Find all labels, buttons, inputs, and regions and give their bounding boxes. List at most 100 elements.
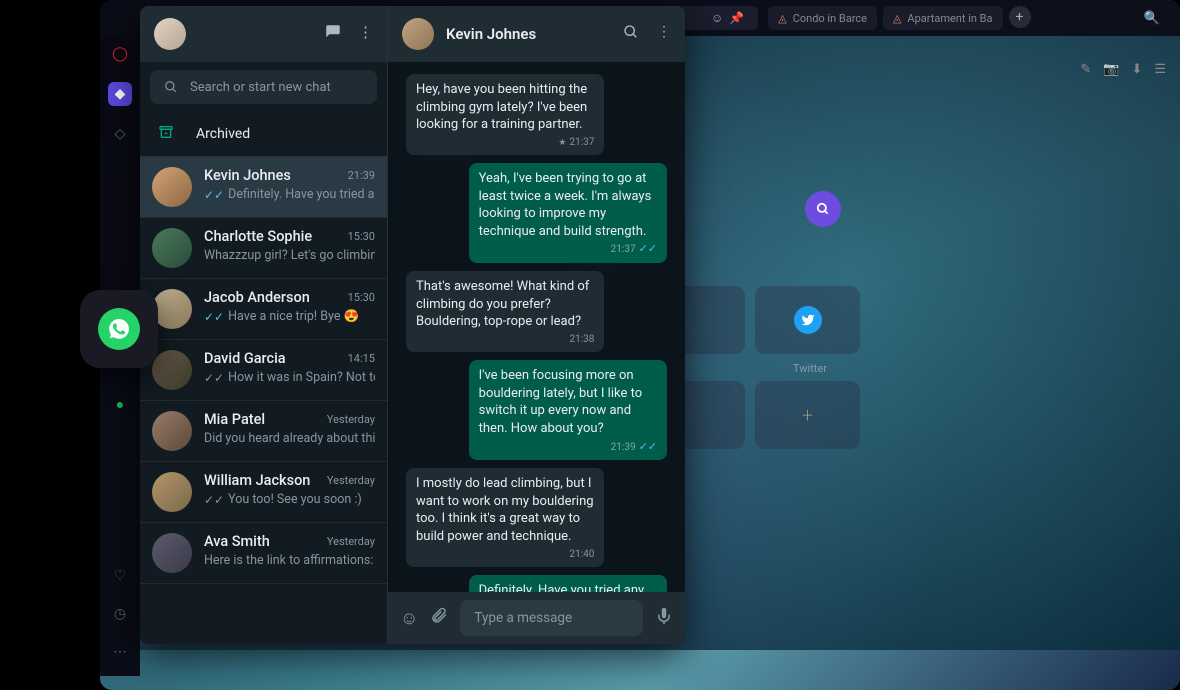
chat-preview: ✓✓You too! See you soon :) — [204, 492, 375, 507]
page-actions: ✎ 📷 ⬇ ☰ — [1080, 62, 1166, 77]
new-tab-button[interactable]: + — [1009, 6, 1031, 28]
message-time: 21:38 — [416, 333, 594, 347]
chat-list-item[interactable]: David Garcia 14:15 ✓✓How it was in Spain… — [140, 340, 387, 401]
chat-name: William Jackson — [204, 472, 310, 489]
chat-title[interactable]: Kevin Johnes — [446, 25, 536, 43]
chat-time: 21:39 — [348, 169, 375, 182]
rail-history-icon[interactable]: ◷ — [108, 602, 132, 626]
tab-row: ◬ Condo in Barce ◬ Apartament in Ba + — [768, 6, 1030, 30]
speed-dial-add[interactable]: + — [755, 381, 860, 449]
chat-time: 15:30 — [348, 291, 375, 304]
message-text: I mostly do lead climbing, but I want to… — [416, 476, 594, 544]
message-outgoing[interactable]: Yeah, I've been trying to go at least tw… — [469, 163, 667, 263]
chat-name: Mia Patel — [204, 411, 265, 428]
tab-item[interactable]: ◬ Condo in Barce — [768, 6, 877, 30]
camera-icon[interactable]: 📷 — [1103, 62, 1119, 77]
chat-preview: Did you heard already about this?... — [204, 431, 375, 446]
bookmark-icon[interactable]: ☰ — [1154, 62, 1166, 77]
chat-avatar — [152, 350, 192, 390]
attach-icon[interactable] — [430, 607, 448, 630]
search-icon — [164, 80, 178, 94]
whatsapp-logo-icon — [98, 308, 140, 350]
rail-tabs-icon[interactable]: ◆ — [108, 82, 132, 106]
star-icon: ★ — [558, 138, 566, 148]
chat-name: Kevin Johnes — [204, 167, 291, 184]
message-text: Yeah, I've been trying to go at least tw… — [479, 171, 652, 239]
message-time: 21:39✓✓ — [479, 440, 657, 455]
message-outgoing[interactable]: Definitely. Have you tried any specific … — [469, 575, 667, 592]
chat-list-item[interactable]: Charlotte Sophie 15:30 Whazzzup girl? Le… — [140, 218, 387, 279]
tab-label: Apartament in Ba — [907, 12, 992, 25]
rail-more-icon[interactable]: ⋯ — [108, 640, 132, 664]
mic-icon[interactable] — [655, 607, 673, 630]
message-incoming[interactable]: Hey, have you been hitting the climbing … — [406, 74, 604, 155]
chat-avatar — [152, 411, 192, 451]
pin-icon[interactable]: 📌 — [729, 11, 744, 25]
message-outgoing[interactable]: I've been focusing more on bouldering la… — [469, 360, 667, 460]
search-in-chat-icon[interactable] — [623, 24, 639, 44]
chat-name: Ava Smith — [204, 533, 270, 550]
speed-dial-twitter[interactable] — [755, 286, 860, 354]
chat-preview: ✓✓Definitely. Have you tried any... — [204, 187, 375, 202]
twitter-icon — [794, 306, 822, 334]
message-placeholder: Type a message — [474, 610, 572, 626]
tab-label: Condo in Barce — [793, 12, 867, 25]
emoji-icon[interactable]: ☺ — [711, 11, 723, 25]
chat-list-item[interactable]: Kevin Johnes 21:39 ✓✓Definitely. Have yo… — [140, 157, 387, 218]
message-incoming[interactable]: I mostly do lead climbing, but I want to… — [406, 468, 604, 567]
message-time: ★21:37 — [416, 136, 594, 150]
airbnb-icon: ◬ — [778, 12, 786, 25]
message-time: 21:37✓✓ — [479, 242, 657, 257]
chat-list-item[interactable]: William Jackson Yesterday ✓✓You too! See… — [140, 462, 387, 523]
chat-list-item[interactable]: Mia Patel Yesterday Did you heard alread… — [140, 401, 387, 462]
message-incoming[interactable]: That's awesome! What kind of climbing do… — [406, 271, 604, 352]
whatsapp-app-icon[interactable] — [80, 290, 158, 368]
search-icon[interactable]: 🔍 — [1144, 11, 1160, 26]
chat-preview: Whazzzup girl? Let's go climbing... — [204, 248, 375, 263]
archived-row[interactable]: Archived — [140, 112, 387, 157]
edit-icon[interactable]: ✎ — [1080, 62, 1091, 77]
whatsapp-sidebar: ⋮ Search or start new chat Archived Kevi… — [140, 6, 388, 644]
emoji-icon[interactable]: ☺ — [400, 608, 418, 629]
chat-pane: Kevin Johnes ⋮ Hey, have you been hittin… — [388, 6, 685, 644]
chat-time: Yesterday — [327, 413, 375, 426]
search-input[interactable]: Search or start new chat — [150, 70, 377, 104]
chat-avatar — [152, 472, 192, 512]
speed-search-button[interactable] — [805, 191, 841, 227]
rail-heart-icon[interactable]: ♡ — [108, 564, 132, 588]
chat-preview: ✓✓Have a nice trip! Bye 😍 — [204, 309, 375, 324]
speed-dial-label: Twitter — [793, 362, 827, 375]
tab-item[interactable]: ◬ Apartament in Ba — [883, 6, 1003, 30]
chat-preview: ✓✓How it was in Spain? Not too... — [204, 370, 375, 385]
opera-logo-icon[interactable]: ◯ — [108, 42, 132, 66]
message-input[interactable]: Type a message — [460, 600, 643, 636]
message-text: Definitely. Have you tried any specific … — [479, 583, 652, 592]
rail-pin-icon[interactable]: ◇ — [108, 122, 132, 146]
chat-list-item[interactable]: Ava Smith Yesterday Here is the link to … — [140, 523, 387, 584]
archived-label: Archived — [196, 126, 250, 142]
chat-time: Yesterday — [327, 535, 375, 548]
menu-icon[interactable]: ⋮ — [358, 23, 373, 45]
chat-time: 14:15 — [348, 352, 375, 365]
message-time: 21:40 — [416, 548, 594, 562]
chat-avatar[interactable] — [402, 18, 434, 50]
chat-name: Jacob Anderson — [204, 289, 310, 306]
chat-avatar — [152, 167, 192, 207]
chat-list: Kevin Johnes 21:39 ✓✓Definitely. Have yo… — [140, 157, 387, 644]
chat-avatar — [152, 228, 192, 268]
chat-header: Kevin Johnes ⋮ — [388, 6, 685, 62]
delivered-checks-icon: ✓✓ — [204, 371, 224, 385]
chat-time: 15:30 — [348, 230, 375, 243]
new-chat-icon[interactable] — [324, 23, 342, 45]
read-checks-icon: ✓✓ — [639, 242, 657, 255]
chat-list-item[interactable]: Jacob Anderson 15:30 ✓✓Have a nice trip!… — [140, 279, 387, 340]
chat-menu-icon[interactable]: ⋮ — [657, 24, 671, 44]
chat-time: Yesterday — [327, 474, 375, 487]
sidebar-header: ⋮ — [140, 6, 387, 62]
rail-spotify-icon[interactable]: ● — [108, 392, 132, 416]
chat-preview: Here is the link to affirmations: ... — [204, 553, 375, 568]
read-checks-icon: ✓✓ — [204, 310, 224, 324]
self-avatar[interactable] — [154, 18, 186, 50]
download-icon[interactable]: ⬇ — [1131, 62, 1142, 77]
search-placeholder: Search or start new chat — [190, 80, 331, 95]
